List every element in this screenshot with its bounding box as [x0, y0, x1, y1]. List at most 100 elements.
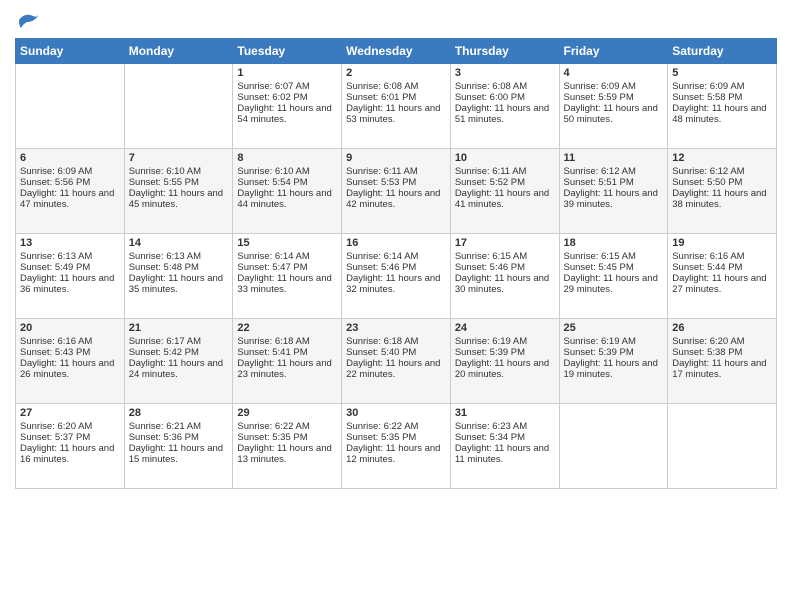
daylight-text: Daylight: 11 hours and 39 minutes. — [564, 188, 664, 210]
calendar-week-row: 1Sunrise: 6:07 AMSunset: 6:02 PMDaylight… — [16, 64, 777, 149]
calendar-cell: 12Sunrise: 6:12 AMSunset: 5:50 PMDayligh… — [668, 149, 777, 234]
sunset-text: Sunset: 5:59 PM — [564, 92, 664, 103]
sunset-text: Sunset: 5:52 PM — [455, 177, 555, 188]
calendar-cell: 13Sunrise: 6:13 AMSunset: 5:49 PMDayligh… — [16, 234, 125, 319]
sunset-text: Sunset: 5:45 PM — [564, 262, 664, 273]
calendar-cell: 17Sunrise: 6:15 AMSunset: 5:46 PMDayligh… — [450, 234, 559, 319]
day-number: 18 — [564, 237, 664, 249]
day-number: 21 — [129, 322, 229, 334]
sunrise-text: Sunrise: 6:21 AM — [129, 421, 229, 432]
sunset-text: Sunset: 5:34 PM — [455, 432, 555, 443]
day-number: 11 — [564, 152, 664, 164]
daylight-text: Daylight: 11 hours and 30 minutes. — [455, 273, 555, 295]
daylight-text: Daylight: 11 hours and 12 minutes. — [346, 443, 446, 465]
sunset-text: Sunset: 5:39 PM — [455, 347, 555, 358]
calendar-cell: 5Sunrise: 6:09 AMSunset: 5:58 PMDaylight… — [668, 64, 777, 149]
calendar-cell: 30Sunrise: 6:22 AMSunset: 5:35 PMDayligh… — [342, 404, 451, 489]
sunset-text: Sunset: 5:39 PM — [564, 347, 664, 358]
sunrise-text: Sunrise: 6:20 AM — [672, 336, 772, 347]
day-number: 3 — [455, 67, 555, 79]
day-number: 14 — [129, 237, 229, 249]
calendar-cell: 22Sunrise: 6:18 AMSunset: 5:41 PMDayligh… — [233, 319, 342, 404]
daylight-text: Daylight: 11 hours and 32 minutes. — [346, 273, 446, 295]
calendar-week-row: 27Sunrise: 6:20 AMSunset: 5:37 PMDayligh… — [16, 404, 777, 489]
sunrise-text: Sunrise: 6:09 AM — [672, 81, 772, 92]
sunrise-text: Sunrise: 6:20 AM — [20, 421, 120, 432]
day-number: 28 — [129, 407, 229, 419]
day-number: 19 — [672, 237, 772, 249]
logo-text — [15, 10, 41, 30]
day-number: 7 — [129, 152, 229, 164]
day-header-sunday: Sunday — [16, 39, 125, 64]
calendar-cell: 3Sunrise: 6:08 AMSunset: 6:00 PMDaylight… — [450, 64, 559, 149]
calendar-cell: 26Sunrise: 6:20 AMSunset: 5:38 PMDayligh… — [668, 319, 777, 404]
sunrise-text: Sunrise: 6:09 AM — [564, 81, 664, 92]
day-header-friday: Friday — [559, 39, 668, 64]
sunset-text: Sunset: 5:41 PM — [237, 347, 337, 358]
daylight-text: Daylight: 11 hours and 11 minutes. — [455, 443, 555, 465]
daylight-text: Daylight: 11 hours and 48 minutes. — [672, 103, 772, 125]
sunset-text: Sunset: 6:00 PM — [455, 92, 555, 103]
sunrise-text: Sunrise: 6:10 AM — [129, 166, 229, 177]
day-number: 26 — [672, 322, 772, 334]
day-number: 12 — [672, 152, 772, 164]
calendar-cell: 2Sunrise: 6:08 AMSunset: 6:01 PMDaylight… — [342, 64, 451, 149]
calendar-cell: 20Sunrise: 6:16 AMSunset: 5:43 PMDayligh… — [16, 319, 125, 404]
sunrise-text: Sunrise: 6:11 AM — [455, 166, 555, 177]
calendar-cell: 31Sunrise: 6:23 AMSunset: 5:34 PMDayligh… — [450, 404, 559, 489]
sunrise-text: Sunrise: 6:14 AM — [346, 251, 446, 262]
daylight-text: Daylight: 11 hours and 20 minutes. — [455, 358, 555, 380]
calendar-cell: 23Sunrise: 6:18 AMSunset: 5:40 PMDayligh… — [342, 319, 451, 404]
calendar-header-row: SundayMondayTuesdayWednesdayThursdayFrid… — [16, 39, 777, 64]
sunrise-text: Sunrise: 6:19 AM — [564, 336, 664, 347]
calendar-cell: 18Sunrise: 6:15 AMSunset: 5:45 PMDayligh… — [559, 234, 668, 319]
daylight-text: Daylight: 11 hours and 50 minutes. — [564, 103, 664, 125]
sunset-text: Sunset: 5:40 PM — [346, 347, 446, 358]
day-number: 29 — [237, 407, 337, 419]
sunrise-text: Sunrise: 6:10 AM — [237, 166, 337, 177]
daylight-text: Daylight: 11 hours and 19 minutes. — [564, 358, 664, 380]
sunset-text: Sunset: 5:35 PM — [237, 432, 337, 443]
sunset-text: Sunset: 5:46 PM — [455, 262, 555, 273]
sunrise-text: Sunrise: 6:19 AM — [455, 336, 555, 347]
daylight-text: Daylight: 11 hours and 23 minutes. — [237, 358, 337, 380]
daylight-text: Daylight: 11 hours and 16 minutes. — [20, 443, 120, 465]
calendar-cell: 14 Sunrise: 6:13 AMSunset: 5:48 PMDayligh… — [124, 234, 233, 319]
day-number: 6 — [20, 152, 120, 164]
sunrise-text: Sunrise: 6:07 AM — [237, 81, 337, 92]
day-number: 16 — [346, 237, 446, 249]
daylight-text: Daylight: 11 hours and 45 minutes. — [129, 188, 229, 210]
calendar-cell: 6Sunrise: 6:09 AMSunset: 5:56 PMDaylight… — [16, 149, 125, 234]
sunset-text: Sunset: 5:44 PM — [672, 262, 772, 273]
sunrise-text: Sunrise: 6:13 AM — [129, 251, 229, 262]
sunrise-text: Sunrise: 6:23 AM — [455, 421, 555, 432]
sunset-text: Sunset: 5:48 PM — [129, 262, 229, 273]
header — [15, 10, 777, 30]
calendar-week-row: 13Sunrise: 6:13 AMSunset: 5:49 PMDayligh… — [16, 234, 777, 319]
calendar-cell: 24Sunrise: 6:19 AMSunset: 5:39 PMDayligh… — [450, 319, 559, 404]
daylight-text: Daylight: 11 hours and 27 minutes. — [672, 273, 772, 295]
sunrise-text: Sunrise: 6:09 AM — [20, 166, 120, 177]
daylight-text: Daylight: 11 hours and 42 minutes. — [346, 188, 446, 210]
calendar-cell — [559, 404, 668, 489]
calendar-table: SundayMondayTuesdayWednesdayThursdayFrid… — [15, 38, 777, 489]
sunset-text: Sunset: 5:50 PM — [672, 177, 772, 188]
logo — [15, 10, 41, 30]
sunset-text: Sunset: 5:42 PM — [129, 347, 229, 358]
sunset-text: Sunset: 5:55 PM — [129, 177, 229, 188]
day-header-tuesday: Tuesday — [233, 39, 342, 64]
daylight-text: Daylight: 11 hours and 35 minutes. — [129, 273, 229, 295]
day-header-wednesday: Wednesday — [342, 39, 451, 64]
sunrise-text: Sunrise: 6:13 AM — [20, 251, 120, 262]
calendar-cell — [16, 64, 125, 149]
calendar-week-row: 20Sunrise: 6:16 AMSunset: 5:43 PMDayligh… — [16, 319, 777, 404]
sunrise-text: Sunrise: 6:16 AM — [672, 251, 772, 262]
calendar-cell: 16Sunrise: 6:14 AMSunset: 5:46 PMDayligh… — [342, 234, 451, 319]
sunrise-text: Sunrise: 6:15 AM — [455, 251, 555, 262]
sunset-text: Sunset: 6:01 PM — [346, 92, 446, 103]
day-number: 25 — [564, 322, 664, 334]
day-number: 27 — [20, 407, 120, 419]
sunset-text: Sunset: 5:51 PM — [564, 177, 664, 188]
daylight-text: Daylight: 11 hours and 53 minutes. — [346, 103, 446, 125]
sunset-text: Sunset: 5:47 PM — [237, 262, 337, 273]
